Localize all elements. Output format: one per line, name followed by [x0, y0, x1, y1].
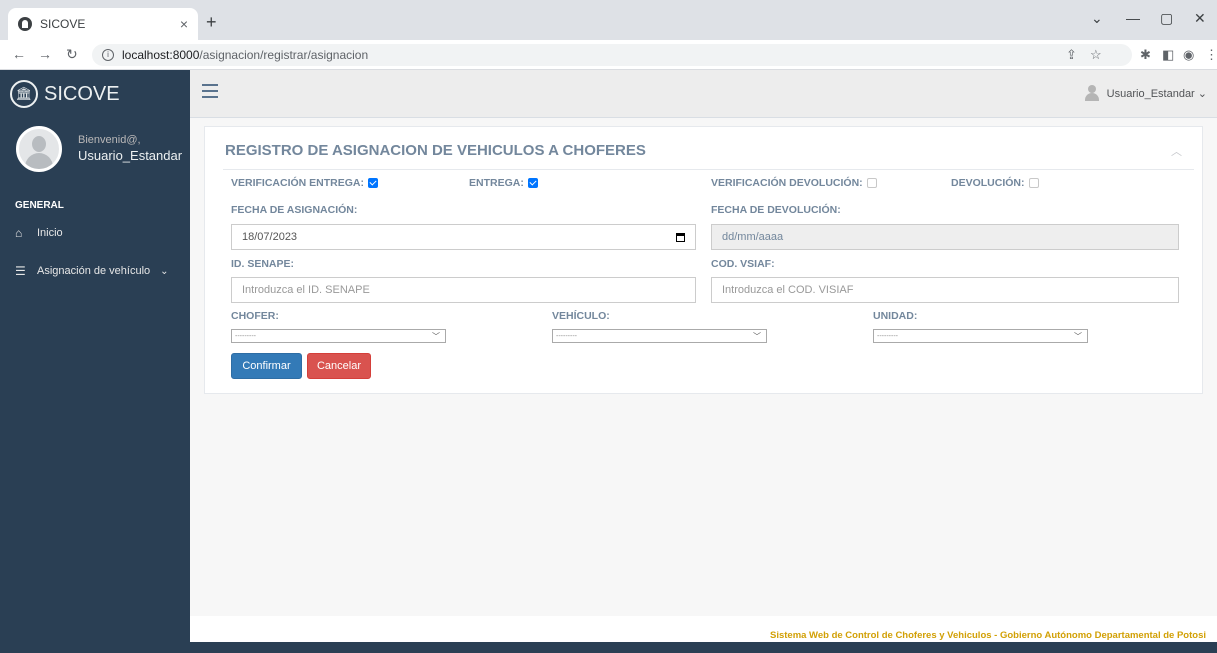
confirm-button[interactable]: Confirmar: [231, 353, 302, 379]
verificacion-devolucion-label: VERIFICACIÓN DEVOLUCIÓN:: [711, 177, 877, 189]
url-host: localhost:8000: [122, 48, 200, 62]
cod-vsiaf-label: COD. VSIAF:: [711, 258, 775, 270]
welcome-text: Bienvenid@,: [78, 134, 141, 146]
institution-logo-icon: 🏛: [10, 80, 38, 108]
new-tab-button[interactable]: +: [206, 12, 217, 33]
vehiculo-label: VEHÍCULO:: [552, 310, 610, 322]
sidebar-username: Usuario_Estandar: [78, 148, 183, 163]
cod-vsiaf-input[interactable]: Introduzca el COD. VISIAF: [711, 277, 1179, 303]
sidebar-item-asignacion[interactable]: ☰ Asignación de vehículo ⌄: [0, 256, 190, 286]
sidebar: 🏛 SICOVE Bienvenid@, Usuario_Estandar GE…: [0, 70, 190, 653]
browser-tab-bar: SICOVE × + ⌄ — ▢ ✕: [0, 0, 1217, 40]
back-icon[interactable]: ←: [12, 46, 26, 62]
verificacion-devolucion-checkbox[interactable]: [866, 178, 877, 188]
minimize-icon[interactable]: —: [1126, 10, 1140, 26]
unidad-label: UNIDAD:: [873, 310, 918, 322]
menu-section-title: GENERAL: [15, 200, 64, 211]
maximize-icon[interactable]: ▢: [1160, 10, 1173, 27]
footer-text: Sistema Web de Control de Choferes y Veh…: [769, 630, 1206, 641]
bookmark-star-icon[interactable]: ☆: [1090, 47, 1102, 63]
browser-tab[interactable]: SICOVE ×: [8, 8, 198, 40]
favicon-icon: [18, 17, 32, 31]
entrega-checkbox[interactable]: [527, 178, 538, 188]
brand-name: SICOVE: [44, 82, 120, 105]
main-content: REGISTRO DE ASIGNACION DE VEHICULOS A CH…: [190, 118, 1217, 616]
reload-icon[interactable]: ↻: [66, 46, 78, 63]
tab-close-icon[interactable]: ×: [180, 16, 188, 32]
url-path: /asignacion/registrar/asignacion: [199, 48, 369, 62]
cancel-button[interactable]: Cancelar: [307, 353, 371, 379]
divider: [223, 169, 1194, 170]
vehiculo-select[interactable]: --------- ﹀: [552, 329, 767, 343]
user-dropdown-label: Usuario_Estandar ⌄: [1106, 87, 1207, 100]
chevron-down-icon: ﹀: [432, 332, 440, 341]
chofer-select[interactable]: --------- ﹀: [231, 329, 446, 343]
devolucion-checkbox[interactable]: [1028, 178, 1039, 188]
chevron-up-icon[interactable]: ︿: [1171, 143, 1182, 159]
top-nav: Usuario_Estandar ⌄: [190, 70, 1217, 118]
calendar-icon[interactable]: [676, 233, 685, 242]
user-icon: [1084, 85, 1099, 101]
menu-toggle-icon[interactable]: [202, 84, 218, 98]
footer-bar: [190, 642, 1217, 653]
brand[interactable]: 🏛 SICOVE: [0, 70, 190, 118]
chevron-down-icon: ﹀: [753, 332, 761, 341]
verificacion-entrega-label: VERIFICACIÓN ENTREGA:: [231, 177, 379, 189]
devolucion-label: DEVOLUCIÓN:: [951, 177, 1039, 189]
form-panel: REGISTRO DE ASIGNACION DE VEHICULOS A CH…: [204, 126, 1203, 394]
close-window-icon[interactable]: ✕: [1194, 10, 1206, 27]
side-panel-icon[interactable]: ◧: [1162, 47, 1174, 63]
profile-icon[interactable]: ◉: [1183, 47, 1194, 63]
sidebar-item-inicio[interactable]: ⌂ Inicio: [0, 218, 190, 248]
user-dropdown[interactable]: Usuario_Estandar ⌄: [1084, 85, 1207, 101]
url-field[interactable]: i localhost:8000/asignacion/registrar/as…: [92, 44, 1132, 66]
footer: Sistema Web de Control de Choferes y Veh…: [190, 616, 1217, 653]
fecha-devolucion-label: FECHA DE DEVOLUCIÓN:: [711, 204, 841, 216]
id-senape-label: ID. SENAPE:: [231, 258, 295, 270]
id-senape-input[interactable]: Introduzca el ID. SENAPE: [231, 277, 696, 303]
verificacion-entrega-checkbox[interactable]: [368, 178, 379, 188]
share-icon[interactable]: ⇪: [1066, 47, 1077, 63]
avatar: [16, 126, 62, 172]
fecha-asignacion-input[interactable]: 18/07/2023: [231, 224, 696, 250]
fecha-devolucion-input: dd/mm/aaaa: [711, 224, 1179, 250]
tab-title: SICOVE: [40, 17, 86, 31]
browser-menu-icon[interactable]: ⋮: [1205, 47, 1217, 63]
home-icon: ⌂: [15, 226, 23, 240]
extensions-icon[interactable]: ✱: [1140, 47, 1151, 63]
sidebar-item-label: Inicio: [37, 227, 63, 239]
list-icon: ☰: [15, 264, 26, 278]
chevron-down-icon: ﹀: [1074, 332, 1082, 341]
address-bar: ← → ↻ i localhost:8000/asignacion/regist…: [0, 40, 1217, 70]
page-title: REGISTRO DE ASIGNACION DE VEHICULOS A CH…: [225, 142, 646, 159]
sidebar-item-label: Asignación de vehículo: [37, 265, 151, 277]
chofer-label: CHOFER:: [231, 310, 279, 322]
fecha-asignacion-label: FECHA DE ASIGNACIÓN:: [231, 204, 358, 216]
profile-block: Bienvenid@, Usuario_Estandar: [0, 118, 190, 188]
entrega-label: ENTREGA:: [469, 177, 538, 189]
unidad-select[interactable]: --------- ﹀: [873, 329, 1088, 343]
forward-icon[interactable]: →: [38, 46, 52, 62]
tab-search-icon[interactable]: ⌄: [1091, 10, 1103, 27]
chevron-down-icon: ⌄: [160, 265, 169, 277]
site-info-icon[interactable]: i: [102, 49, 114, 61]
